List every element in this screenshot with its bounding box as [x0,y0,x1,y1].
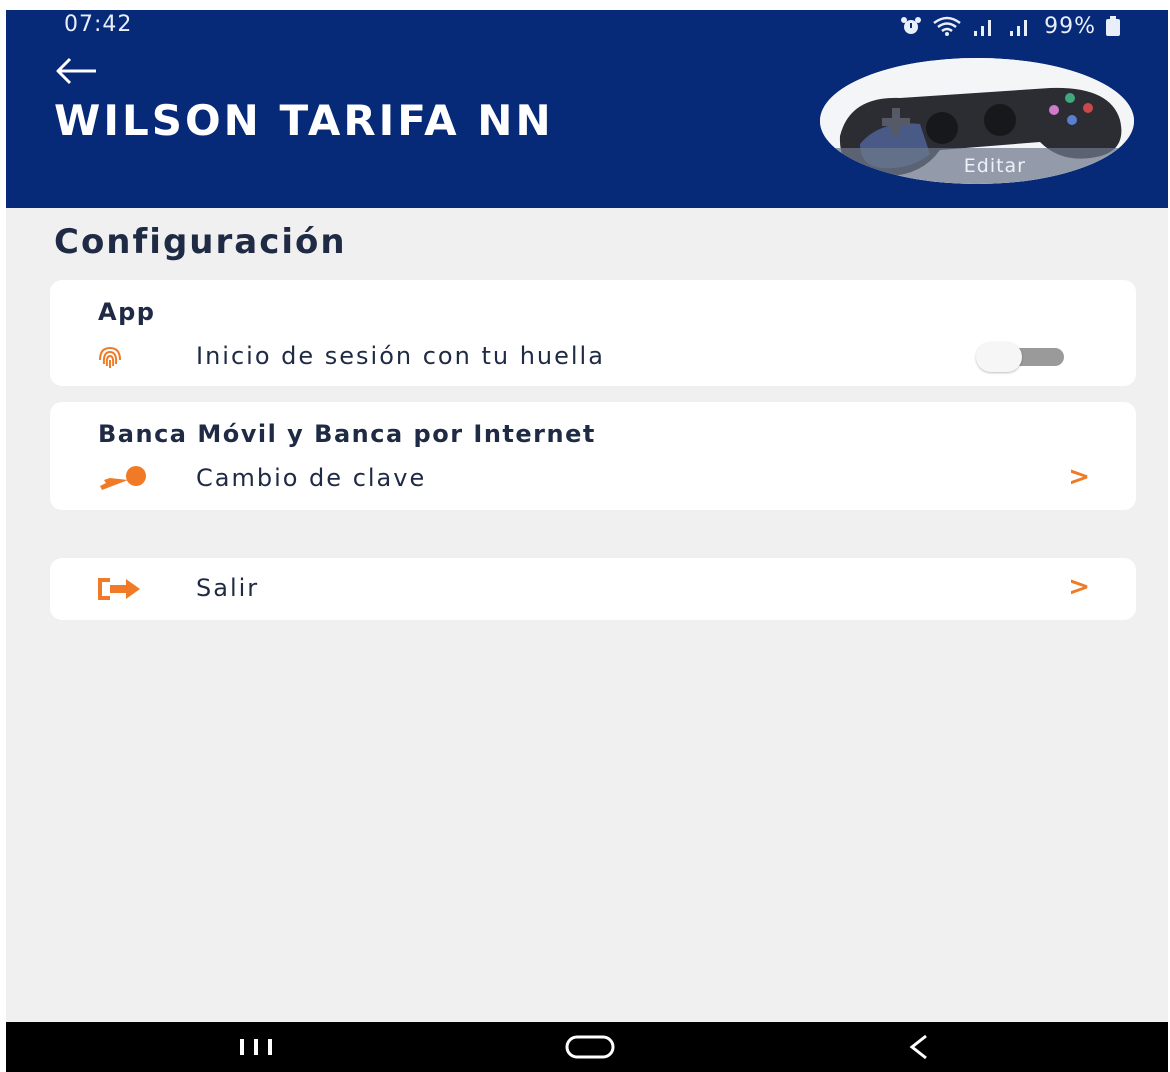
settings-screen: 07:42 99% WILSON TARIFA NN Editar Config… [6,10,1168,1072]
banca-section-heading: Banca Móvil y Banca por Internet [98,420,596,448]
toggle-knob [976,342,1022,372]
app-settings-card: App Inicio de sesión con tu huella [50,280,1136,386]
change-password-label[interactable]: Cambio de clave [196,464,426,492]
fingerprint-login-label: Inicio de sesión con tu huella [196,342,605,370]
back-icon[interactable] [904,1032,934,1066]
change-password-chevron-icon[interactable]: > [1068,462,1090,492]
fingerprint-toggle[interactable] [974,342,1068,372]
signal-icon [1010,20,1028,36]
signal-icon [974,20,992,36]
banca-settings-card: Banca Móvil y Banca por Internet Cambio … [50,402,1136,510]
status-icons: 99% [900,12,1120,40]
logout-icon [96,576,148,606]
logout-chevron-icon: > [1068,572,1090,602]
logout-row[interactable]: Salir > [50,558,1136,620]
key-icon [96,464,152,496]
battery-level: 99% [1044,13,1096,39]
alarm-icon [901,17,922,34]
page-title: Configuración [54,222,347,262]
wifi-icon [933,16,961,36]
avatar[interactable]: Editar [820,58,1134,184]
back-arrow-icon[interactable] [52,54,102,88]
system-navigation-bar [6,1022,1168,1072]
fingerprint-icon [96,344,124,376]
recent-apps-icon[interactable] [236,1036,276,1062]
logout-label: Salir [196,574,260,602]
home-icon[interactable] [564,1034,616,1064]
battery-icon [1106,16,1120,36]
user-name: WILSON TARIFA NN [54,96,554,145]
avatar-edit-button[interactable]: Editar [820,148,1134,184]
header: 07:42 99% WILSON TARIFA NN Editar [6,10,1168,208]
app-section-heading: App [98,298,156,326]
status-time: 07:42 [64,12,133,37]
